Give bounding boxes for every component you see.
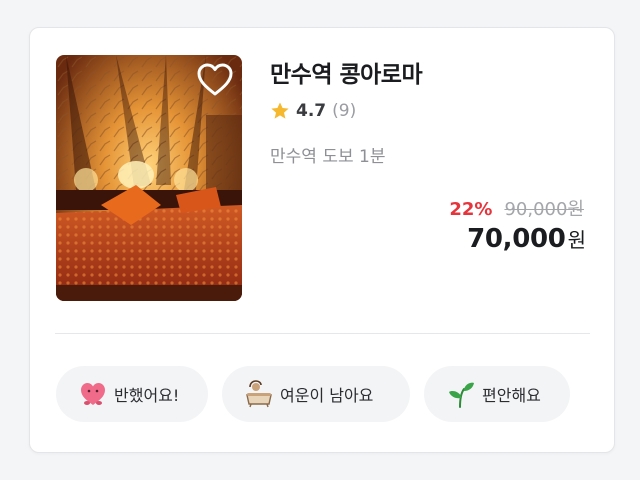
- rating-row: 4.7 (9): [270, 101, 356, 121]
- price-amount: 70,000: [467, 224, 566, 254]
- favorite-heart-button[interactable]: [196, 62, 234, 98]
- chip-label: 편안해요: [482, 386, 541, 405]
- chip-lingering[interactable]: 여운이 남아요: [222, 366, 410, 422]
- chip-label: 반했어요!: [114, 386, 180, 405]
- listing-title[interactable]: 만수역 콩아로마: [270, 55, 423, 89]
- discount-row: 22% 90,000원: [449, 195, 584, 221]
- location-text: 만수역 도보 1분: [270, 147, 386, 167]
- review-count: (9): [332, 101, 357, 121]
- rating-score: 4.7: [296, 101, 327, 121]
- sprout-icon: [449, 382, 474, 408]
- star-icon: [271, 102, 289, 119]
- price-unit: 원: [567, 228, 586, 252]
- discount-rate: 22%: [449, 199, 493, 220]
- original-price: 90,000원: [504, 199, 584, 220]
- heart-outline-icon: [197, 63, 233, 96]
- chip-fell-in-love[interactable]: 반했어요!: [56, 366, 208, 422]
- chip-label: 여운이 남아요: [280, 386, 374, 405]
- final-price: 70,000 원: [467, 224, 586, 254]
- pink-heart-character-icon: [81, 383, 105, 405]
- chip-comfortable[interactable]: 편안해요: [424, 366, 570, 422]
- divider: [55, 333, 590, 334]
- bathtub-icon: [246, 380, 272, 408]
